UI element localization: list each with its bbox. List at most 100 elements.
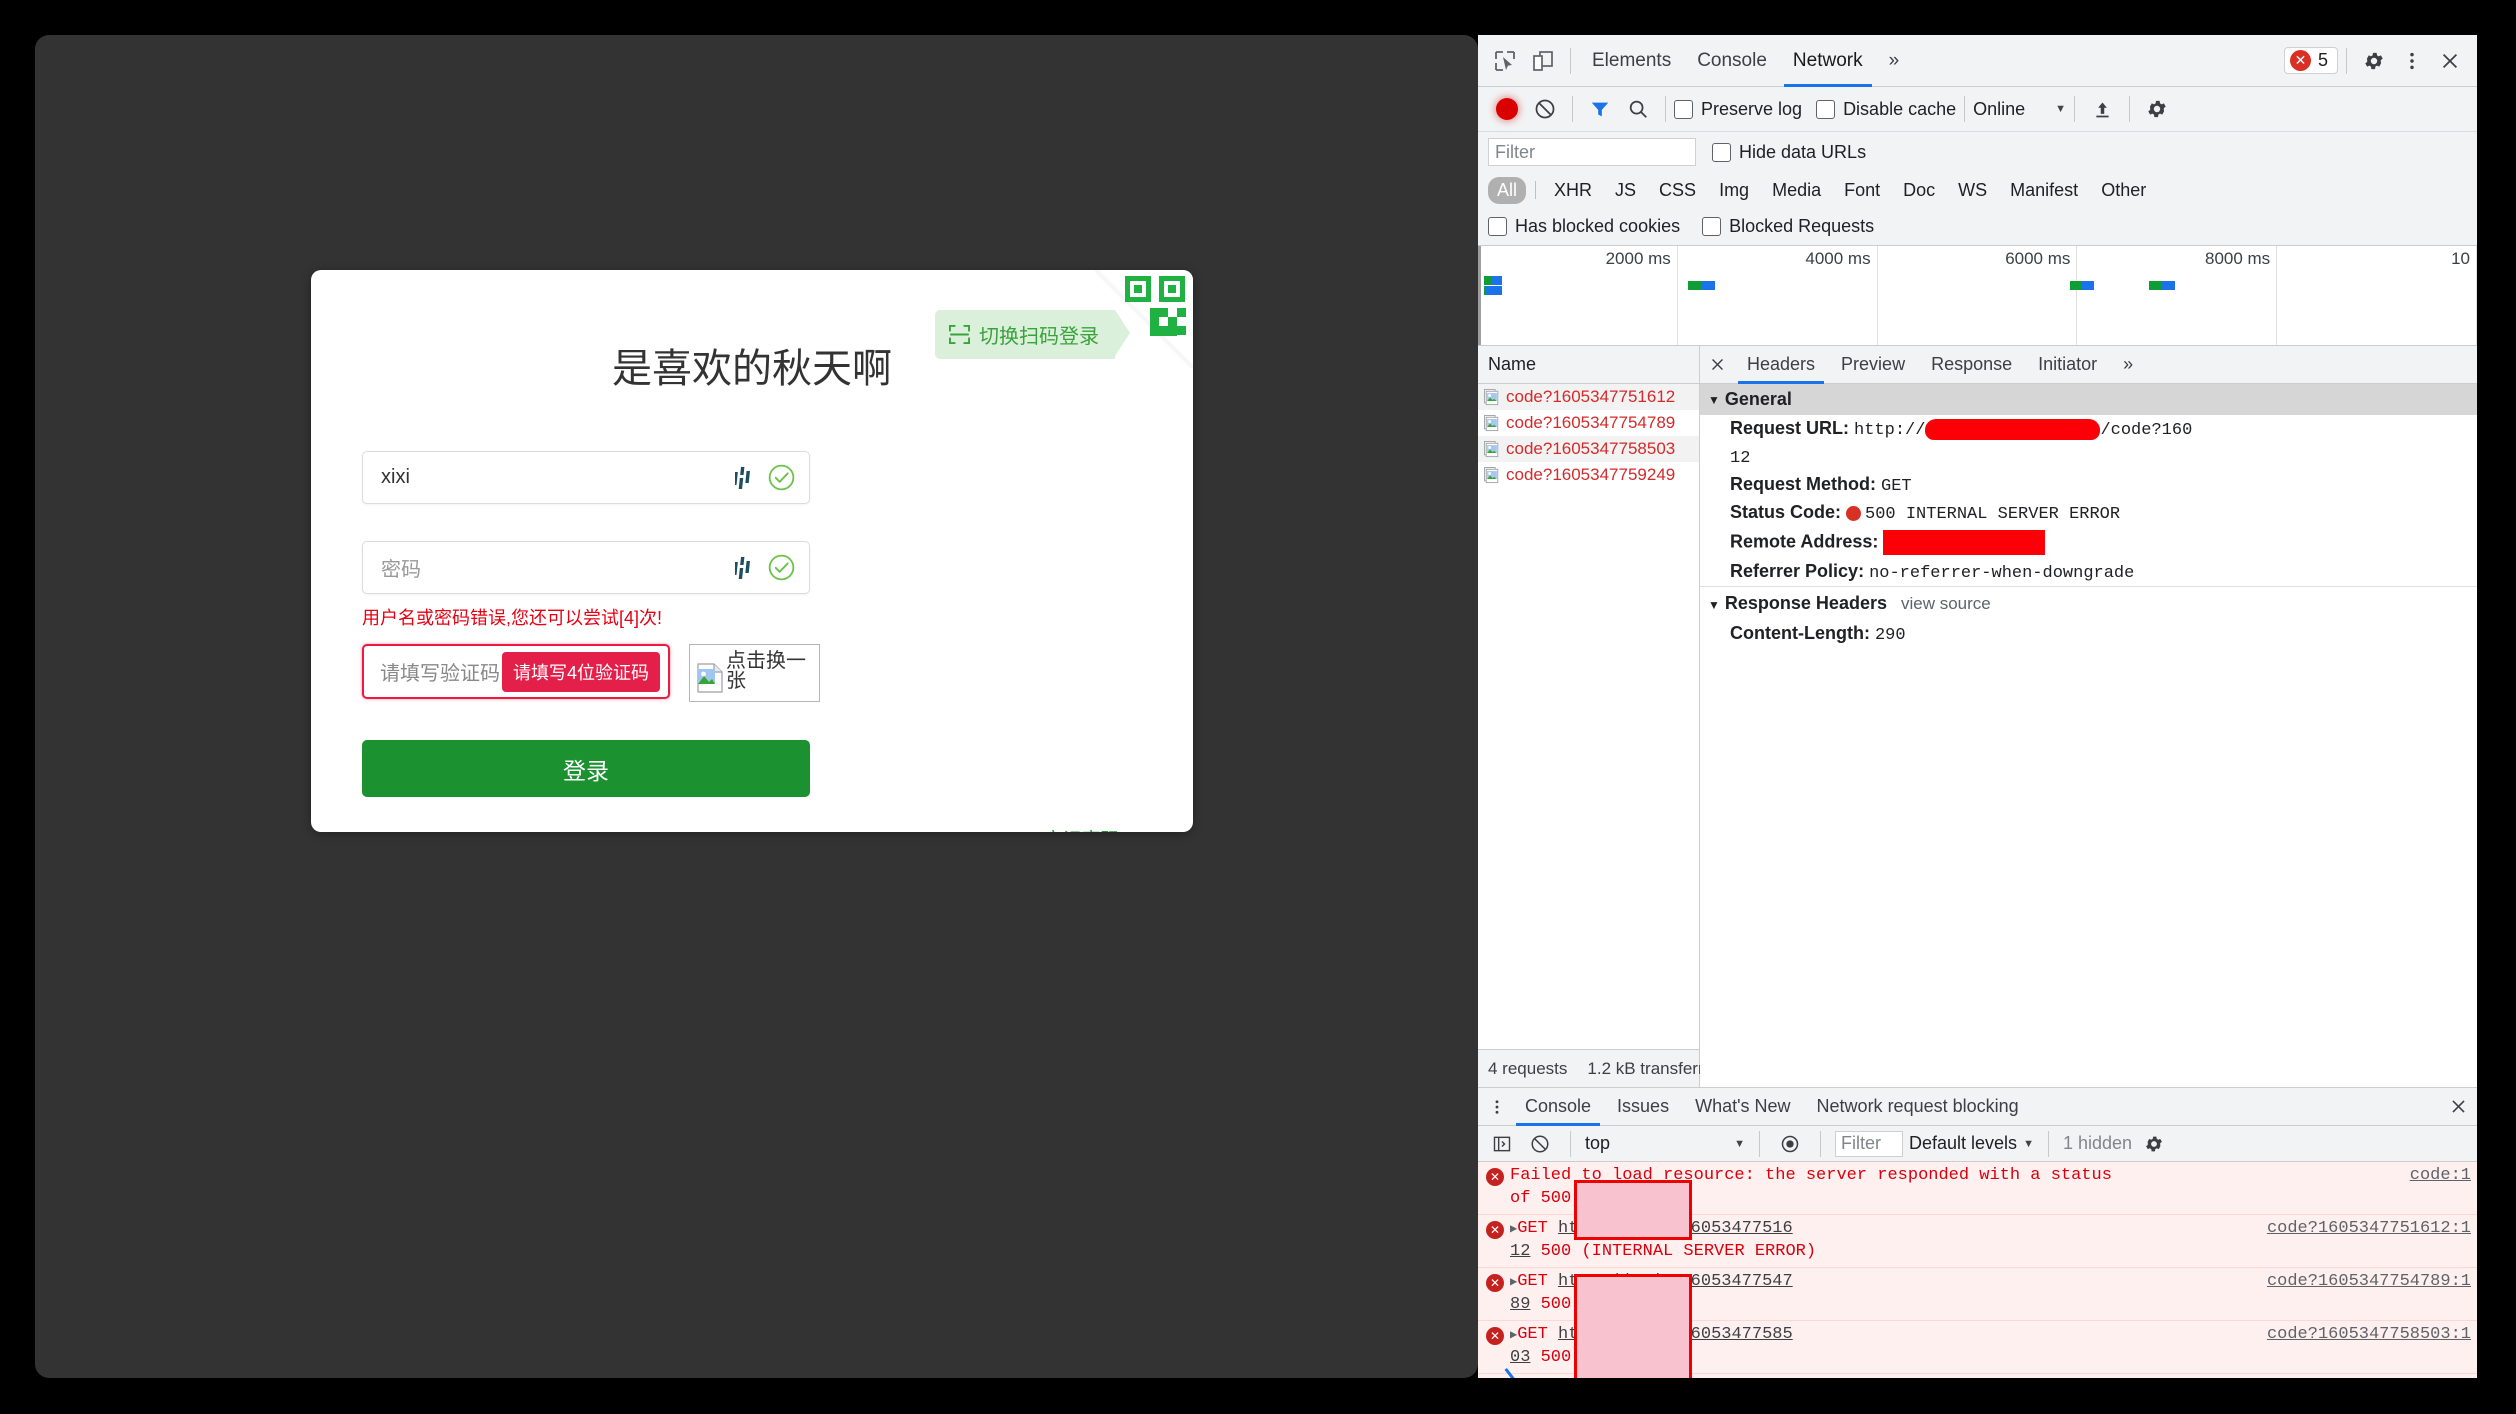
clear-console-icon[interactable]: [1524, 1129, 1556, 1159]
console-message-source[interactable]: code?1605347758503:1: [2267, 1324, 2471, 1370]
gear-icon[interactable]: [2138, 1129, 2170, 1159]
type-filter-js[interactable]: JS: [1606, 177, 1645, 204]
preserve-log-checkbox[interactable]: Preserve log: [1674, 99, 1802, 120]
search-icon[interactable]: [1619, 90, 1657, 128]
image-file-icon: [1484, 388, 1499, 405]
request-method: GET: [1517, 1378, 1548, 1379]
general-section-header[interactable]: ▼ General: [1700, 384, 2477, 415]
username-input[interactable]: xixi: [362, 451, 810, 504]
console-levels-select[interactable]: Default levels ▼: [1909, 1133, 2034, 1154]
request-url-wrap[interactable]: 12: [1510, 1242, 1530, 1261]
throttling-select[interactable]: Online ▼: [1973, 99, 2066, 120]
overview-tick-cell: 2000 ms: [1478, 246, 1678, 345]
drawer-tab-whats-new[interactable]: What's New: [1682, 1088, 1803, 1126]
tab-network[interactable]: Network: [1780, 35, 1876, 87]
detail-more-tabs[interactable]: »: [2110, 346, 2146, 384]
tab-initiator[interactable]: Initiator: [2025, 346, 2110, 384]
divider: [2129, 96, 2131, 122]
request-url-wrap[interactable]: 89: [1510, 1295, 1530, 1314]
request-name: code?1605347758503: [1506, 439, 1676, 458]
disable-cache-label: Disable cache: [1843, 98, 1957, 119]
gear-icon[interactable]: [2138, 90, 2176, 128]
close-detail-icon[interactable]: [1700, 346, 1734, 384]
login-button[interactable]: 登录: [362, 740, 810, 797]
console-message-source[interactable]: code?1605347751612:1: [2267, 1218, 2471, 1264]
filter-funnel-icon[interactable]: [1581, 90, 1619, 128]
request-name: code?1605347759249: [1506, 465, 1676, 484]
clear-icon[interactable]: [1526, 90, 1564, 128]
type-filter-ws[interactable]: WS: [1949, 177, 1996, 204]
console-message-source[interactable]: code?1605347754789:1: [2267, 1271, 2471, 1317]
redacted-host: [1925, 418, 2101, 440]
request-list-header[interactable]: Name: [1478, 346, 1699, 384]
drawer-tab-console[interactable]: Console: [1512, 1088, 1604, 1126]
upload-har-icon[interactable]: [2083, 90, 2121, 128]
type-filter-css[interactable]: CSS: [1650, 177, 1705, 204]
console-message-source[interactable]: code?1605347759249:1: [2267, 1377, 2471, 1379]
console-message-source[interactable]: code:1: [2410, 1165, 2471, 1211]
console-context-select[interactable]: top ▼: [1585, 1133, 1745, 1154]
disable-cache-checkbox[interactable]: Disable cache: [1816, 99, 1956, 120]
hide-data-urls-checkbox[interactable]: Hide data URLs: [1712, 142, 1866, 163]
gear-icon[interactable]: [2355, 42, 2393, 80]
error-icon: ✕: [1486, 1220, 1504, 1239]
captcha-input[interactable]: 请填写验证码 请填写4位验证码: [362, 644, 670, 699]
more-tabs-button[interactable]: »: [1876, 35, 1913, 87]
has-blocked-cookies-checkbox[interactable]: Has blocked cookies: [1488, 216, 1680, 237]
checkbox: [1712, 142, 1731, 162]
blocked-requests-label: Blocked Requests: [1729, 216, 1875, 236]
tab-headers[interactable]: Headers: [1734, 346, 1828, 384]
tab-preview[interactable]: Preview: [1828, 346, 1918, 384]
captcha-image-refresh[interactable]: 点击换一张: [689, 644, 820, 702]
type-filter-img[interactable]: Img: [1710, 177, 1758, 204]
captcha-row: 请填写验证码 请填写4位验证码 点击换一张: [362, 644, 1152, 702]
type-filter-manifest[interactable]: Manifest: [2001, 177, 2087, 204]
type-filter-all[interactable]: All: [1488, 176, 1527, 204]
record-button-icon[interactable]: [1488, 90, 1526, 128]
error-count-badge[interactable]: ✕ 5: [2283, 47, 2338, 74]
screen: 切换扫码登录 是喜欢的秋天啊 xixi 密码 用户名或密码错误,您还可以尝试[4…: [0, 0, 2516, 1414]
network-filter-input[interactable]: Filter: [1488, 138, 1696, 166]
close-icon[interactable]: [2439, 1088, 2477, 1126]
overview-tick-label: 6000 ms: [2005, 249, 2071, 268]
drawer-tab-issues[interactable]: Issues: [1604, 1088, 1682, 1126]
overview-tick-cell: 10: [2277, 246, 2477, 345]
request-row[interactable]: code?1605347758503: [1478, 436, 1699, 462]
request-row[interactable]: code?1605347759249: [1478, 462, 1699, 488]
password-input[interactable]: 密码: [362, 541, 810, 594]
live-expression-icon[interactable]: [1774, 1129, 1806, 1159]
blocked-requests-checkbox[interactable]: Blocked Requests: [1702, 216, 1874, 237]
tab-response[interactable]: Response: [1918, 346, 2025, 384]
network-overview-timeline[interactable]: 2000 ms 4000 ms 6000 ms 8000 ms 10: [1478, 246, 2477, 346]
view-source-link[interactable]: view source: [1901, 594, 1991, 614]
request-url-wrap[interactable]: 03: [1510, 1348, 1530, 1367]
overview-left-handle[interactable]: [1478, 246, 1481, 345]
type-filter-media[interactable]: Media: [1763, 177, 1830, 204]
tab-console[interactable]: Console: [1684, 35, 1780, 87]
referrer-policy-value: no-referrer-when-downgrade: [1869, 564, 2135, 583]
more-vertical-icon[interactable]: [2393, 42, 2431, 80]
overview-gridlines: 2000 ms 4000 ms 6000 ms 8000 ms 10: [1478, 246, 2477, 345]
type-filter-xhr[interactable]: XHR: [1545, 177, 1601, 204]
drawer-tab-network-request-blocking[interactable]: Network request blocking: [1804, 1088, 2032, 1126]
request-row[interactable]: code?1605347754789: [1478, 410, 1699, 436]
type-filter-doc[interactable]: Doc: [1894, 177, 1944, 204]
tab-elements[interactable]: Elements: [1579, 35, 1684, 87]
more-vertical-icon[interactable]: [1482, 1088, 1512, 1126]
error-count-label: 5: [2317, 50, 2328, 70]
content-length-key: Content-Length:: [1730, 623, 1870, 643]
overview-request-bar: [1483, 286, 1502, 295]
console-filter-input[interactable]: Filter: [1835, 1130, 1903, 1157]
type-filter-other[interactable]: Other: [2092, 177, 2155, 204]
console-sidebar-icon[interactable]: [1486, 1129, 1518, 1159]
close-icon[interactable]: [2431, 42, 2469, 80]
forgot-password-link[interactable]: 忘记密码>>: [1044, 825, 1142, 832]
device-toolbar-icon[interactable]: [1524, 42, 1562, 80]
request-row[interactable]: code?1605347751612: [1478, 384, 1699, 410]
divider: [1759, 1130, 1760, 1157]
console-context-value: top: [1585, 1133, 1611, 1153]
type-filter-font[interactable]: Font: [1835, 177, 1889, 204]
response-headers-section-header[interactable]: ▼ Response Headers view source: [1700, 586, 2477, 620]
general-title: General: [1724, 389, 1792, 409]
inspect-element-icon[interactable]: [1486, 42, 1524, 80]
